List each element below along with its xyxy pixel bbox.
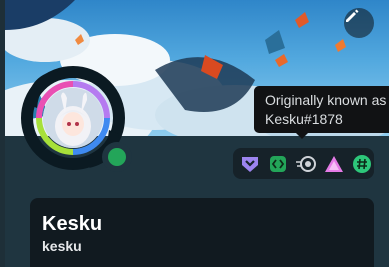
avatar-image	[43, 88, 103, 148]
pencil-icon	[346, 9, 359, 22]
tooltip-arrow	[296, 133, 308, 139]
avatar-container[interactable]	[19, 64, 132, 172]
avatar	[43, 88, 103, 148]
user-info-card: Kesku kesku	[30, 198, 374, 267]
active-developer-icon	[270, 155, 286, 172]
triangle-badge-icon	[325, 155, 343, 172]
edit-profile-button[interactable]	[344, 8, 374, 38]
tooltip-line-1: Originally known as	[265, 92, 387, 108]
badge-nitro-boost[interactable]	[294, 152, 318, 176]
username[interactable]: kesku	[42, 237, 362, 255]
display-name: Kesku	[42, 213, 103, 235]
online-dot	[108, 148, 126, 166]
tooltip: Originally known as Kesku#1878	[254, 86, 389, 133]
hypesquad-icon	[242, 156, 258, 172]
badge-hashtag[interactable]	[350, 152, 374, 176]
badge-active-developer[interactable]	[266, 152, 290, 176]
profile-popout: Originally known as Kesku#1878 Kesku kes…	[5, 0, 389, 267]
hashtag-badge-icon	[353, 154, 371, 173]
badge-hypesquad[interactable]	[238, 152, 262, 176]
badge-triangle[interactable]	[322, 152, 346, 176]
badge-list	[233, 148, 374, 179]
tooltip-line-2: Kesku#1878	[265, 111, 343, 127]
nitro-boost-icon	[296, 155, 316, 172]
status-indicator	[102, 142, 132, 172]
